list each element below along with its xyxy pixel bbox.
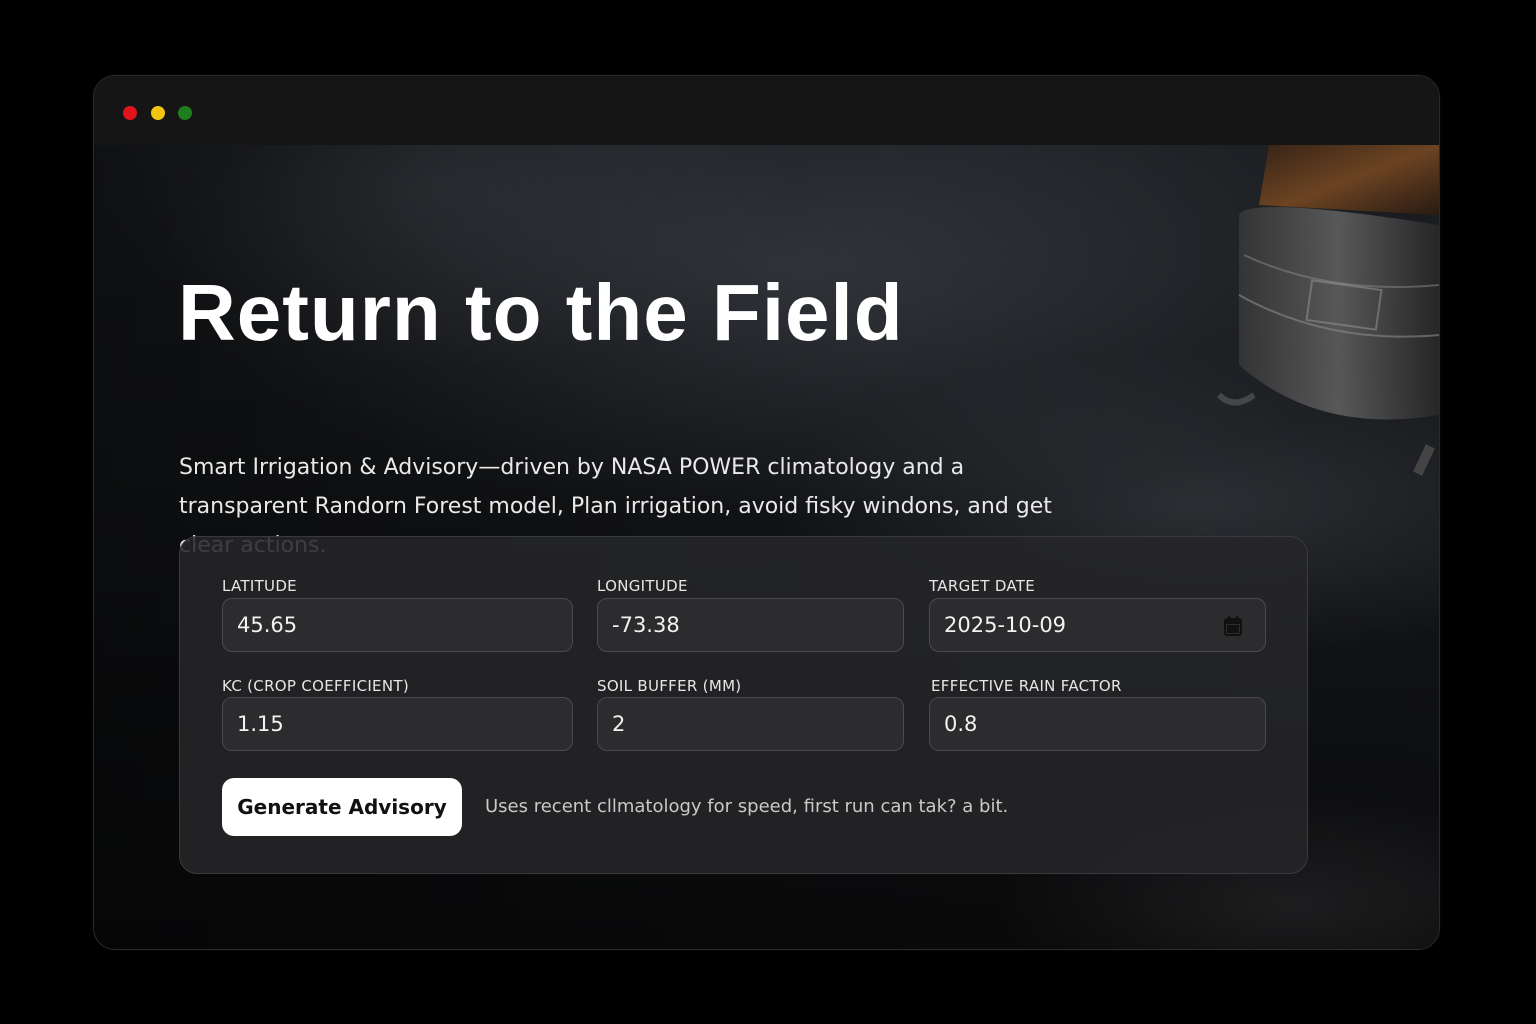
rain-factor-label: EFFECTIVE RAIN FACTOR <box>931 677 1122 695</box>
kc-label: KC (CROP COEFFICIENT) <box>222 677 409 695</box>
soil-buffer-input[interactable] <box>597 697 904 751</box>
rain-factor-input[interactable] <box>929 697 1266 751</box>
longitude-label: LONGITUDE <box>597 577 688 595</box>
title-bar <box>94 76 1439 146</box>
target-date-input[interactable] <box>929 598 1266 652</box>
maximize-window-button[interactable] <box>178 106 192 120</box>
hero-section: Return to the Field Smart Irrigation & A… <box>94 145 1439 949</box>
satellite-image <box>1216 145 1439 476</box>
browser-window: Return to the Field Smart Irrigation & A… <box>93 75 1440 950</box>
latitude-label: LATITUDE <box>222 577 297 595</box>
page-title: Return to the Field <box>178 268 904 357</box>
calendar-icon[interactable] <box>1224 616 1242 636</box>
advisory-form-panel: LATITUDE LONGITUDE TARGET DATE KC (CROP … <box>179 536 1308 874</box>
form-hint-text: Uses recent cllmatology for speed, first… <box>485 796 1009 817</box>
minimize-window-button[interactable] <box>151 106 165 120</box>
latitude-input[interactable] <box>222 598 573 652</box>
longitude-input[interactable] <box>597 598 904 652</box>
soil-buffer-label: SOIL BUFFER (MM) <box>597 677 742 695</box>
kc-input[interactable] <box>222 697 573 751</box>
generate-advisory-button[interactable]: Generate Advisory <box>222 778 462 836</box>
target-date-label: TARGET DATE <box>929 577 1036 595</box>
close-window-button[interactable] <box>123 106 137 120</box>
